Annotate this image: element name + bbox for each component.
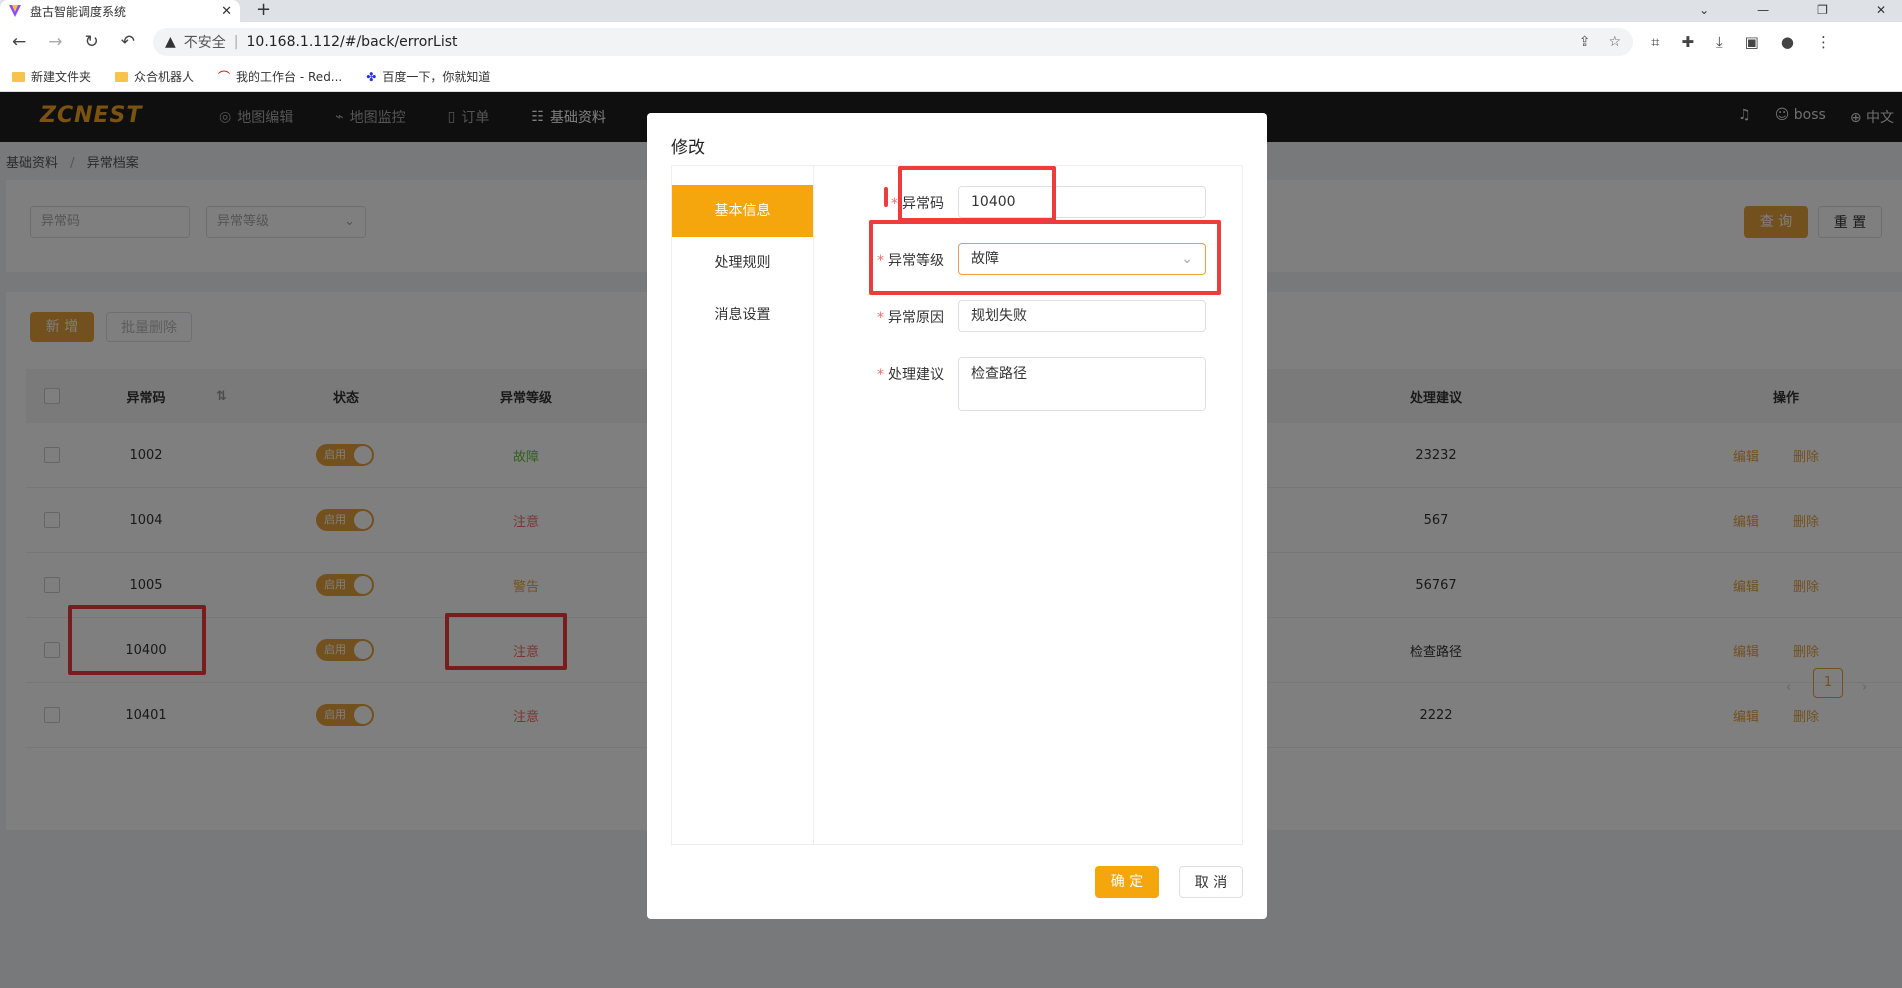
reason-label: * 异常原因	[877, 310, 944, 326]
annotation-box	[869, 220, 1221, 295]
bookmark-label: 众合机器人	[134, 70, 195, 84]
back-arrow-icon[interactable]: ←	[12, 32, 26, 52]
undo-icon[interactable]: ↶	[121, 32, 135, 52]
sidebar-icon[interactable]: ▣	[1745, 33, 1759, 51]
minimize-icon[interactable]: —	[1757, 0, 1769, 20]
bookmark-item[interactable]: ⌒ 我的工作台 - Red...	[218, 68, 342, 85]
folder-icon	[115, 71, 129, 82]
dialog-tab-list: 基本信息 处理规则 消息设置	[672, 166, 814, 844]
bookmark-item[interactable]: 新建文件夹	[12, 68, 91, 85]
close-window-icon[interactable]: ✕	[1876, 0, 1886, 20]
crop-icon[interactable]: ⌗	[1651, 33, 1659, 51]
url-text[interactable]: 10.168.1.112/#/back/errorList	[247, 34, 458, 50]
cancel-button[interactable]: 取 消	[1179, 866, 1243, 898]
bookmark-label: 百度一下，你就知道	[382, 70, 491, 84]
bookmark-item[interactable]: ✤ 百度一下，你就知道	[366, 68, 490, 85]
confirm-button[interactable]: 确 定	[1095, 866, 1159, 898]
warning-icon: ▲	[165, 34, 176, 50]
bookmarks-bar: 新建文件夹 众合机器人 ⌒ 我的工作台 - Red... ✤ 百度一下，你就知道	[0, 62, 1902, 92]
tab-title: 盘古智能调度系统	[30, 4, 127, 19]
app-favicon-icon	[9, 5, 21, 17]
bookmark-label: 新建文件夹	[31, 70, 92, 84]
label-text: 异常原因	[888, 310, 944, 326]
download-icon[interactable]: ⤓	[1716, 33, 1723, 51]
new-tab-button[interactable]: +	[256, 0, 271, 20]
reason-field[interactable]: 规划失败	[958, 300, 1206, 332]
address-bar-row: ← → ↻ ↶ ▲ 不安全 | 10.168.1.112/#/back/erro…	[0, 22, 1902, 62]
advice-textarea[interactable]: 检查路径	[958, 357, 1206, 411]
dialog-title: 修改	[671, 138, 705, 158]
baidu-icon: ✤	[366, 69, 377, 84]
menu-dots-icon[interactable]: ⋮	[1816, 33, 1831, 51]
omnibox-divider: |	[233, 34, 239, 50]
profile-icon[interactable]: ●	[1781, 33, 1794, 51]
advice-label: * 处理建议	[877, 367, 944, 383]
bookmark-label: 我的工作台 - Red...	[236, 70, 343, 84]
annotation-mark	[884, 187, 888, 207]
tab-basic-info[interactable]: 基本信息	[672, 185, 813, 237]
window-controls: ⌄ — ❐ ✕	[1699, 0, 1886, 20]
browser-tab-strip: 盘古智能调度系统 ✕ + ⌄ — ❐ ✕	[0, 0, 1902, 22]
reload-icon[interactable]: ↻	[85, 32, 99, 52]
tab-rules[interactable]: 处理规则	[672, 237, 813, 289]
insecure-label: 不安全	[183, 35, 226, 51]
label-text: 处理建议	[888, 367, 944, 383]
tab-messages[interactable]: 消息设置	[672, 289, 813, 341]
forward-arrow-icon[interactable]: →	[48, 32, 62, 52]
star-icon[interactable]: ☆	[1608, 34, 1621, 50]
chevron-down-icon[interactable]: ⌄	[1699, 0, 1709, 20]
browser-tab[interactable]: 盘古智能调度系统 ✕	[0, 0, 240, 22]
folder-icon	[12, 71, 25, 82]
extension-icon[interactable]: ✚	[1681, 33, 1694, 51]
omnibox[interactable]: ▲ 不安全 | 10.168.1.112/#/back/errorList ⇪ …	[153, 28, 1633, 56]
annotation-box	[898, 166, 1056, 222]
bookmark-item[interactable]: 众合机器人	[115, 68, 194, 85]
restore-icon[interactable]: ❐	[1817, 0, 1828, 20]
tab-close-icon[interactable]: ✕	[221, 4, 232, 19]
share-icon[interactable]: ⇪	[1579, 34, 1591, 50]
redmine-icon: ⌒	[218, 70, 231, 84]
